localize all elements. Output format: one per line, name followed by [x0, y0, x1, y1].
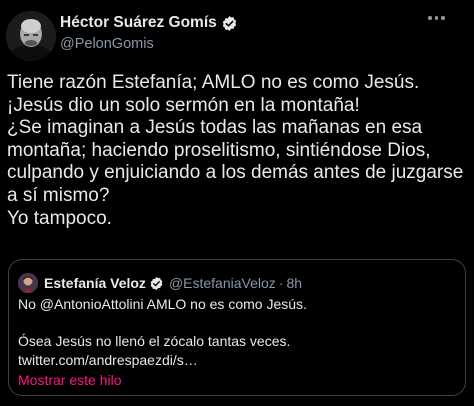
author-avatar[interactable]: [6, 11, 56, 61]
verified-badge-icon: [221, 15, 238, 32]
tweet-text: Tiene razón Estefanía; AMLO no es como J…: [7, 72, 464, 229]
quoted-header: Estefanía Veloz @EstefaniaVeloz · 8h: [18, 273, 302, 293]
quoted-text: No @AntonioAttolini AMLO no es como Jesú…: [18, 296, 307, 368]
more-options-icon[interactable]: [428, 16, 445, 20]
quoted-avatar[interactable]: [18, 273, 38, 293]
author-header: Héctor Suárez Gomís @PelonGomis: [60, 12, 238, 52]
author-handle[interactable]: @PelonGomis: [60, 36, 238, 52]
show-thread-link[interactable]: Mostrar este hilo: [18, 372, 121, 388]
quoted-author-handle[interactable]: @EstefaniaVeloz: [169, 275, 276, 291]
quoted-author-name[interactable]: Estefanía Veloz: [44, 275, 146, 291]
author-name[interactable]: Héctor Suárez Gomís: [60, 14, 217, 32]
quoted-timestamp[interactable]: 8h: [286, 275, 302, 291]
verified-badge-icon: [149, 276, 164, 291]
quoted-tweet[interactable]: Estefanía Veloz @EstefaniaVeloz · 8h No …: [8, 259, 466, 396]
tweet: Héctor Suárez Gomís @PelonGomis Tiene ra…: [0, 0, 474, 406]
separator-dot: ·: [278, 275, 284, 291]
